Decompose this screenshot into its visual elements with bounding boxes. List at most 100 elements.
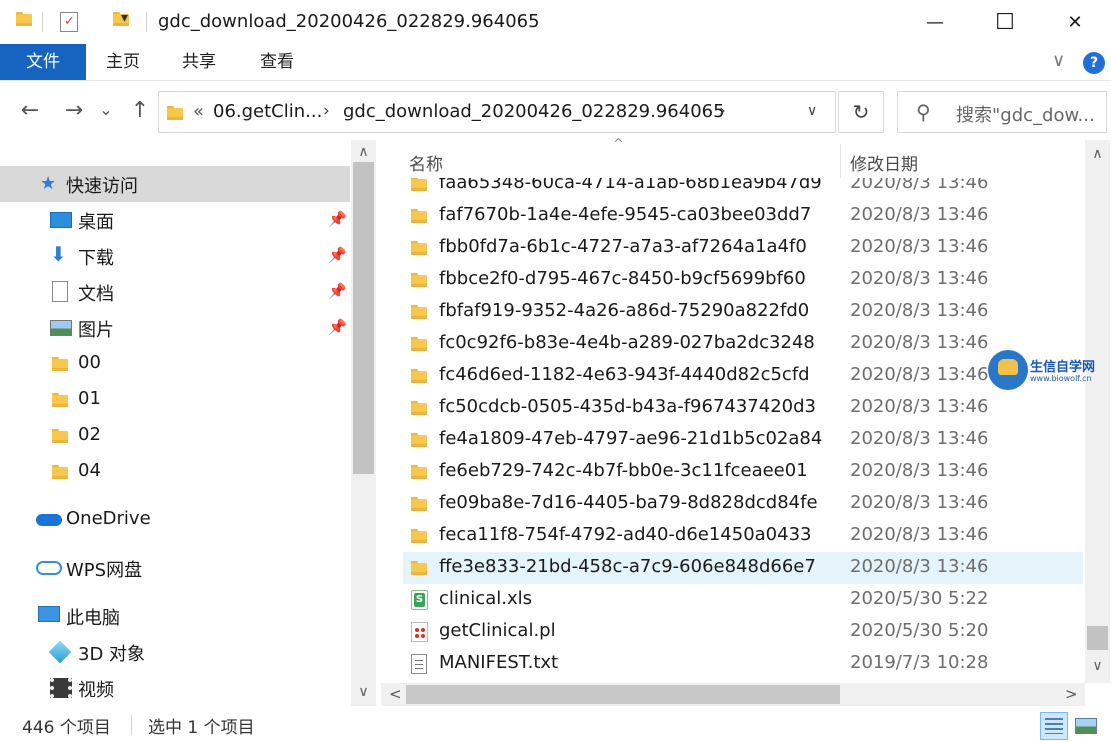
file-date-modified: 2020/8/3 13:46	[850, 268, 989, 289]
file-row[interactable]: fc0c92f6-b83e-4e4b-a289-027ba2dc3248 2020…	[403, 328, 1083, 360]
folder-icon	[411, 178, 427, 195]
scroll-down-icon[interactable]: ∨	[351, 684, 376, 700]
pictures-icon	[50, 320, 72, 336]
search-box[interactable]: ⚲ 搜索"gdc_dow...	[897, 91, 1107, 133]
sidebar-item-pictures[interactable]: 图片 📌	[0, 310, 350, 346]
search-input[interactable]: 搜索"gdc_dow...	[956, 101, 1101, 127]
file-name: fc46d6ed-1182-4e63-943f-4440d82c5cfd	[439, 364, 810, 385]
properties-icon[interactable]: ✓	[60, 12, 78, 32]
back-arrow-icon[interactable]: ←	[16, 98, 44, 123]
file-row[interactable]: feca11f8-754f-4792-ad40-d6e1450a0433 2020…	[403, 520, 1083, 552]
expand-ribbon-icon[interactable]: ∨	[1052, 50, 1065, 71]
forward-arrow-icon[interactable]: →	[60, 98, 88, 123]
pin-icon[interactable]: 📌	[328, 318, 347, 336]
folder-icon	[411, 432, 427, 451]
search-icon: ⚲	[916, 100, 931, 124]
scroll-up-icon[interactable]: ∧	[351, 144, 376, 160]
column-name[interactable]: 名称	[409, 150, 443, 175]
file-row[interactable]: Sclinical.xls 2020/5/30 5:22	[403, 584, 1083, 616]
column-date-modified[interactable]: 修改日期	[850, 150, 918, 175]
scroll-left-icon[interactable]: <	[389, 685, 402, 703]
address-bar[interactable]: « 06.getClin... › gdc_download_20200426_…	[158, 91, 836, 133]
sidebar-item-quick-access[interactable]: ★ 快速访问	[0, 166, 350, 202]
folder-icon	[52, 429, 68, 443]
refresh-button[interactable]: ↻	[838, 91, 884, 133]
details-view-button[interactable]	[1040, 712, 1068, 740]
scroll-up-icon[interactable]: ∧	[1085, 146, 1110, 162]
file-name: fbbce2f0-d795-467c-8450-b9cf5699bf60	[439, 268, 806, 289]
folder-icon	[411, 560, 427, 579]
selection-count: 选中 1 个项目	[148, 718, 255, 738]
sidebar-item-desktop[interactable]: 桌面 📌	[0, 202, 350, 238]
file-row[interactable]: MANIFEST.txt 2019/7/3 10:28	[403, 648, 1083, 680]
file-row[interactable]: fe6eb729-742c-4b7f-bb0e-3c11fceaee01 2020…	[403, 456, 1083, 488]
breadcrumb-parent[interactable]: 06.getClin...	[213, 101, 322, 122]
file-row[interactable]: faf7670b-1a4e-4efe-9545-ca03bee03dd7 2020…	[403, 200, 1083, 232]
folder-icon	[411, 272, 427, 291]
sidebar-item-onedrive[interactable]: OneDrive	[0, 502, 350, 538]
breadcrumb-current[interactable]: gdc_download_20200426_022829.964065	[343, 101, 725, 122]
scroll-thumb[interactable]	[1087, 626, 1108, 650]
pin-icon[interactable]: 📌	[328, 246, 347, 264]
sidebar-item-folder-01[interactable]: 01	[0, 382, 350, 418]
ribbon-tabs: 文件 主页 共享 查看 ∨ ?	[0, 44, 1111, 81]
scroll-thumb[interactable]	[353, 162, 374, 474]
file-row[interactable]: fbfaf919-9352-4a26-a86d-75290a822fd0 2020…	[403, 296, 1083, 328]
file-row[interactable]: faa65348-60ca-4714-a1ab-68b1ea9b47d9 2020…	[403, 178, 1083, 200]
file-row[interactable]: fe09ba8e-7d16-4405-ba79-8d828dcd84fe 2020…	[403, 488, 1083, 520]
sidebar-item-videos[interactable]: 视频	[0, 670, 350, 706]
file-row[interactable]: fc50cdcb-0505-435d-b43a-f967437420d3 2020…	[403, 392, 1083, 424]
folder-icon	[411, 528, 427, 547]
sidebar-item-downloads[interactable]: ⬇ 下载 📌	[0, 238, 350, 274]
file-explorer-window: ✓ ▾ gdc_download_20200426_022829.964065 …	[0, 0, 1111, 742]
wolf-logo-icon	[988, 350, 1028, 390]
tab-home[interactable]: 主页	[92, 44, 154, 80]
chevron-down-icon[interactable]: ∨	[807, 103, 817, 119]
sidebar-item-folder-04[interactable]: 04	[0, 454, 350, 490]
file-name: fe6eb729-742c-4b7f-bb0e-3c11fceaee01	[439, 460, 808, 481]
file-date-modified: 2020/8/3 13:46	[850, 204, 989, 225]
sidebar-item-wps[interactable]: WPS网盘	[0, 550, 350, 586]
recent-locations-icon[interactable]: ⌄	[96, 100, 116, 119]
scroll-thumb[interactable]	[406, 685, 840, 704]
sidebar-item-3d-objects[interactable]: 3D 对象	[0, 634, 350, 670]
tab-view[interactable]: 查看	[246, 44, 308, 80]
column-header: ^ 名称 修改日期	[381, 137, 1085, 178]
file-date-modified: 2020/8/3 13:46	[850, 524, 989, 545]
file-row[interactable]: getClinical.pl 2020/5/30 5:20	[403, 616, 1083, 648]
sidebar-item-documents[interactable]: 文档 📌	[0, 274, 350, 310]
computer-icon	[38, 606, 60, 622]
close-button[interactable]: ✕	[1040, 0, 1110, 44]
up-arrow-icon[interactable]: ↑	[126, 98, 154, 123]
file-row[interactable]: fbb0fd7a-6b1c-4727-a7a3-af7264a1a4f0 2020…	[403, 232, 1083, 264]
file-row[interactable]: fe4a1809-47eb-4797-ae96-21d1b5c02a84 2020…	[403, 424, 1083, 456]
sidebar-scrollbar[interactable]: ∧ ∨	[351, 140, 376, 706]
help-icon[interactable]: ?	[1083, 52, 1105, 74]
large-icons-view-button[interactable]	[1072, 712, 1100, 740]
file-name: faa65348-60ca-4714-a1ab-68b1ea9b47d9	[439, 178, 822, 193]
file-row[interactable]: fbbce2f0-d795-467c-8450-b9cf5699bf60 2020…	[403, 264, 1083, 296]
pin-icon[interactable]: 📌	[328, 282, 347, 300]
customize-quick-access-icon[interactable]: ▾	[121, 10, 128, 26]
file-row[interactable]: fc46d6ed-1182-4e63-943f-4440d82c5cfd 2020…	[403, 360, 1083, 392]
file-row[interactable]: ffe3e833-21bd-458c-a7c9-606e848d66e7 2020…	[403, 552, 1083, 584]
tab-share[interactable]: 共享	[168, 44, 230, 80]
sidebar-item-folder-02[interactable]: 02	[0, 418, 350, 454]
sidebar-item-folder-00[interactable]: 00	[0, 346, 350, 382]
file-date-modified: 2020/5/30 5:20	[850, 620, 989, 641]
chevron-right-icon[interactable]: ›	[719, 101, 726, 121]
breadcrumb-overflow[interactable]: «	[193, 101, 204, 122]
scroll-down-icon[interactable]: ∨	[1085, 658, 1110, 674]
file-date-modified: 2020/8/3 13:46	[850, 396, 989, 417]
tab-file[interactable]: 文件	[0, 44, 86, 80]
maximize-button[interactable]: ☐	[970, 0, 1040, 44]
sidebar-item-this-pc[interactable]: 此电脑	[0, 598, 350, 634]
file-name: fc0c92f6-b83e-4e4b-a289-027ba2dc3248	[439, 332, 815, 353]
chevron-right-icon[interactable]: ›	[323, 101, 330, 121]
horizontal-scrollbar[interactable]: < >	[381, 683, 1085, 706]
minimize-button[interactable]: —	[900, 0, 970, 44]
scroll-right-icon[interactable]: >	[1065, 685, 1078, 703]
pin-icon[interactable]: 📌	[328, 210, 347, 228]
file-list-scrollbar[interactable]: ∧ ∨	[1085, 140, 1110, 683]
spreadsheet-icon: S	[411, 590, 428, 614]
